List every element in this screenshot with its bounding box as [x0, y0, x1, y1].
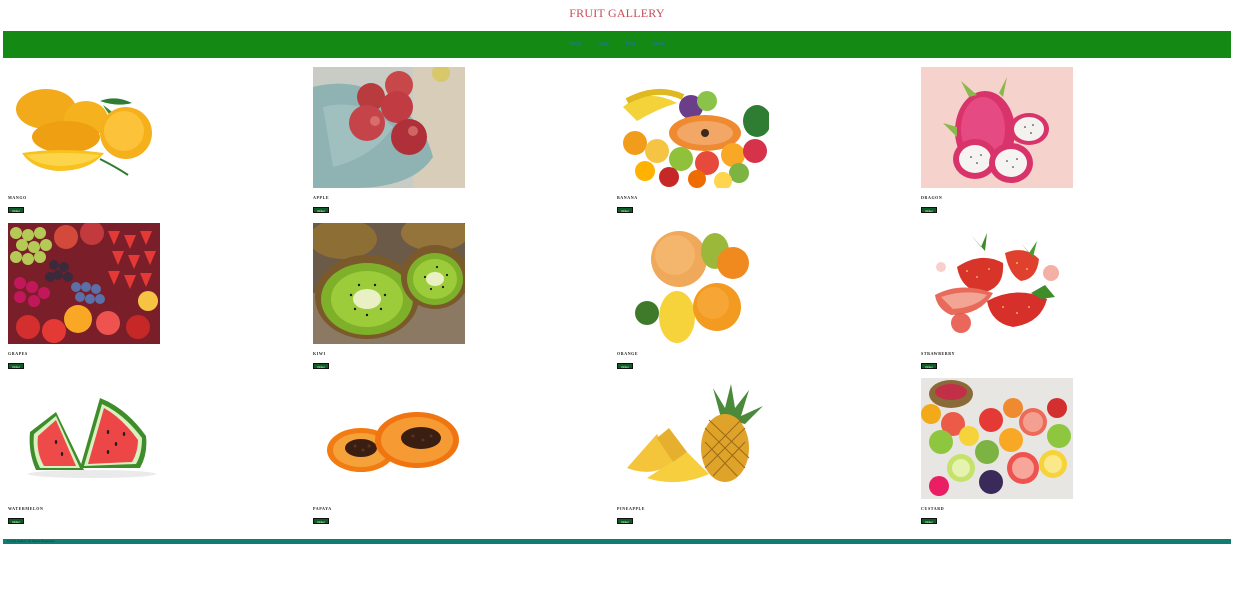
- nav-link-home[interactable]: Home: [569, 42, 581, 47]
- order-button[interactable]: Order: [617, 363, 633, 369]
- orange-image: [617, 223, 769, 344]
- apple-image: [313, 67, 465, 188]
- kiwi-image: [313, 223, 465, 344]
- watermelon-image: [8, 378, 160, 499]
- nav-link-fruit[interactable]: Fruit: [626, 42, 636, 47]
- fruit-label: KIWI: [313, 351, 326, 356]
- order-button[interactable]: Order: [8, 207, 24, 213]
- page-title: FRUIT GALLERY: [569, 6, 665, 20]
- order-button[interactable]: Order: [921, 363, 937, 369]
- nav-link-shop[interactable]: Shop: [598, 42, 608, 47]
- fruit-label: GRAPES: [8, 351, 28, 356]
- mango-image: [8, 67, 160, 188]
- fruit-label: CUSTARD: [921, 506, 945, 511]
- fruit-label: STRAWBERRY: [921, 351, 956, 356]
- papaya-image: [313, 378, 465, 499]
- navbar: Home Shop Fruit About: [3, 31, 1231, 58]
- nav-links: Home Shop Fruit About: [3, 31, 1231, 58]
- fruit-label: APPLE: [313, 195, 330, 200]
- grapes-image: [8, 223, 160, 344]
- pineapple-image: [617, 378, 769, 499]
- fruit-label: MANGO: [8, 195, 27, 200]
- footer: © Fruit Gallery. All Rights Reserved.: [3, 539, 1231, 544]
- order-button[interactable]: Order: [313, 363, 329, 369]
- order-button[interactable]: Order: [617, 518, 633, 524]
- fruit-label: DRAGON: [921, 195, 943, 200]
- order-button[interactable]: Order: [921, 207, 937, 213]
- fruit-label: PAPAYA: [313, 506, 332, 511]
- fruit-label: ORANGE: [617, 351, 639, 356]
- page: FRUIT GALLERY Home Shop Fruit About MANG…: [0, 0, 1234, 592]
- nav-link-about[interactable]: About: [652, 42, 665, 47]
- fruit-label: PINEAPPLE: [617, 506, 646, 511]
- custard-image: [921, 378, 1073, 499]
- order-button[interactable]: Order: [8, 518, 24, 524]
- fruit-label: BANANA: [617, 195, 638, 200]
- footer-text: © Fruit Gallery. All Rights Reserved.: [7, 539, 55, 543]
- order-button[interactable]: Order: [8, 363, 24, 369]
- order-button[interactable]: Order: [313, 207, 329, 213]
- banana-image: [617, 67, 769, 188]
- dragon-fruit-image: [921, 67, 1073, 188]
- order-button[interactable]: Order: [921, 518, 937, 524]
- order-button[interactable]: Order: [617, 207, 633, 213]
- strawberry-image: [921, 223, 1073, 344]
- order-button[interactable]: Order: [313, 518, 329, 524]
- fruit-label: WATERMELON: [8, 506, 44, 511]
